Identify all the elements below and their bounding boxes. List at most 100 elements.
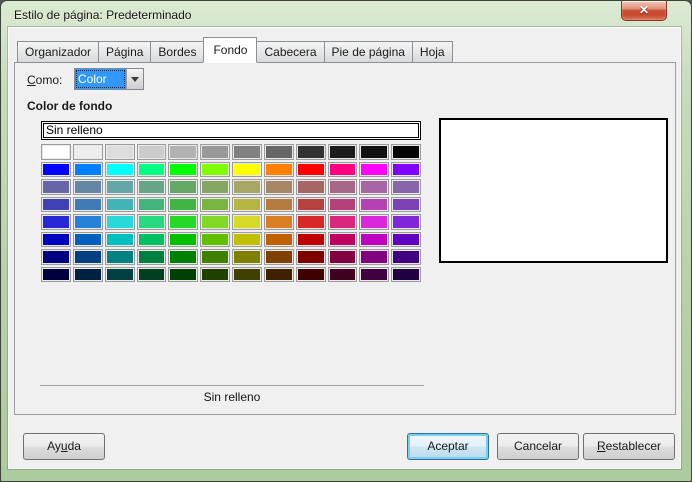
color-swatch[interactable] (391, 231, 421, 247)
color-swatch[interactable] (359, 179, 390, 195)
color-swatch[interactable] (263, 144, 294, 160)
color-swatch[interactable] (72, 231, 103, 247)
help-button[interactable]: Ayuda (23, 433, 105, 460)
fill-type-dropdown[interactable]: Color (74, 68, 144, 90)
color-swatch[interactable] (327, 249, 358, 265)
color-swatch[interactable] (200, 179, 230, 195)
color-swatch[interactable] (41, 196, 71, 212)
color-swatch[interactable] (359, 144, 390, 160)
color-swatch[interactable] (168, 266, 199, 282)
color-swatch[interactable] (104, 231, 135, 247)
color-swatch[interactable] (263, 231, 294, 247)
color-swatch[interactable] (200, 214, 230, 230)
color-swatch[interactable] (200, 231, 230, 247)
color-swatch[interactable] (168, 161, 199, 177)
color-swatch[interactable] (136, 161, 167, 177)
color-swatch[interactable] (72, 179, 103, 195)
color-swatch[interactable] (200, 266, 230, 282)
color-swatch[interactable] (168, 231, 199, 247)
tab-hoja[interactable]: Hoja (411, 41, 453, 63)
color-swatch[interactable] (232, 231, 262, 247)
color-swatch[interactable] (232, 196, 262, 212)
color-swatch[interactable] (327, 144, 358, 160)
color-swatch[interactable] (263, 249, 294, 265)
color-swatch[interactable] (72, 196, 103, 212)
tab-cabecera[interactable]: Cabecera (256, 41, 325, 63)
color-swatch[interactable] (327, 161, 358, 177)
color-swatch[interactable] (391, 144, 421, 160)
color-swatch[interactable] (200, 196, 230, 212)
color-swatch[interactable] (136, 266, 167, 282)
color-swatch[interactable] (295, 179, 326, 195)
color-swatch[interactable] (263, 179, 294, 195)
color-swatch[interactable] (232, 179, 262, 195)
color-swatch[interactable] (41, 161, 71, 177)
color-swatch[interactable] (200, 249, 230, 265)
color-swatch[interactable] (41, 179, 71, 195)
cancel-button[interactable]: Cancelar (497, 433, 579, 460)
color-swatch[interactable] (295, 214, 326, 230)
titlebar[interactable]: Estilo de página: Predeterminado ✕ (1, 1, 691, 28)
color-swatch[interactable] (359, 231, 390, 247)
color-swatch[interactable] (263, 196, 294, 212)
color-swatch[interactable] (263, 214, 294, 230)
tab-bordes[interactable]: Bordes (150, 41, 205, 63)
color-swatch[interactable] (232, 214, 262, 230)
color-swatch[interactable] (136, 214, 167, 230)
accept-button[interactable]: Aceptar (407, 433, 489, 460)
color-swatch[interactable] (359, 196, 390, 212)
color-swatch[interactable] (41, 231, 71, 247)
chevron-down-icon[interactable] (126, 69, 143, 89)
color-swatch[interactable] (232, 266, 262, 282)
color-swatch[interactable] (391, 196, 421, 212)
color-swatch[interactable] (200, 144, 230, 160)
color-swatch[interactable] (359, 266, 390, 282)
color-swatch[interactable] (263, 161, 294, 177)
color-swatch[interactable] (104, 179, 135, 195)
color-swatch[interactable] (232, 144, 262, 160)
no-fill-option[interactable]: Sin relleno (41, 121, 421, 140)
color-swatch[interactable] (327, 231, 358, 247)
color-swatch[interactable] (168, 214, 199, 230)
color-swatch[interactable] (104, 249, 135, 265)
color-swatch[interactable] (72, 214, 103, 230)
color-swatch[interactable] (41, 144, 71, 160)
reset-button[interactable]: Restablecer (583, 433, 675, 460)
color-swatch[interactable] (295, 249, 326, 265)
color-swatch[interactable] (104, 214, 135, 230)
color-swatch[interactable] (359, 161, 390, 177)
color-swatch[interactable] (72, 249, 103, 265)
color-swatch[interactable] (136, 179, 167, 195)
close-icon[interactable]: ✕ (621, 1, 667, 21)
tab-organizador[interactable]: Organizador (17, 41, 100, 63)
color-swatch[interactable] (359, 214, 390, 230)
color-swatch[interactable] (327, 214, 358, 230)
color-swatch[interactable] (295, 144, 326, 160)
color-swatch[interactable] (295, 161, 326, 177)
color-swatch[interactable] (263, 266, 294, 282)
color-swatch[interactable] (391, 266, 421, 282)
color-swatch[interactable] (104, 196, 135, 212)
tab-pagina[interactable]: Página (98, 41, 152, 63)
tab-fondo[interactable]: Fondo (203, 37, 258, 63)
tab-pie-de-pagina[interactable]: Pie de página (323, 41, 413, 63)
color-swatch[interactable] (104, 144, 135, 160)
color-swatch[interactable] (104, 161, 135, 177)
color-swatch[interactable] (41, 214, 71, 230)
color-swatch[interactable] (232, 161, 262, 177)
color-swatch[interactable] (327, 266, 358, 282)
color-swatch[interactable] (168, 179, 199, 195)
color-swatch[interactable] (41, 249, 71, 265)
color-swatch[interactable] (104, 266, 135, 282)
color-swatch[interactable] (168, 144, 199, 160)
color-swatch[interactable] (136, 144, 167, 160)
color-swatch[interactable] (41, 266, 71, 282)
color-swatch[interactable] (136, 196, 167, 212)
color-swatch[interactable] (295, 196, 326, 212)
color-swatch[interactable] (232, 249, 262, 265)
color-swatch[interactable] (72, 144, 103, 160)
color-swatch[interactable] (391, 179, 421, 195)
color-swatch[interactable] (168, 196, 199, 212)
color-swatch[interactable] (136, 231, 167, 247)
color-swatch[interactable] (359, 249, 390, 265)
